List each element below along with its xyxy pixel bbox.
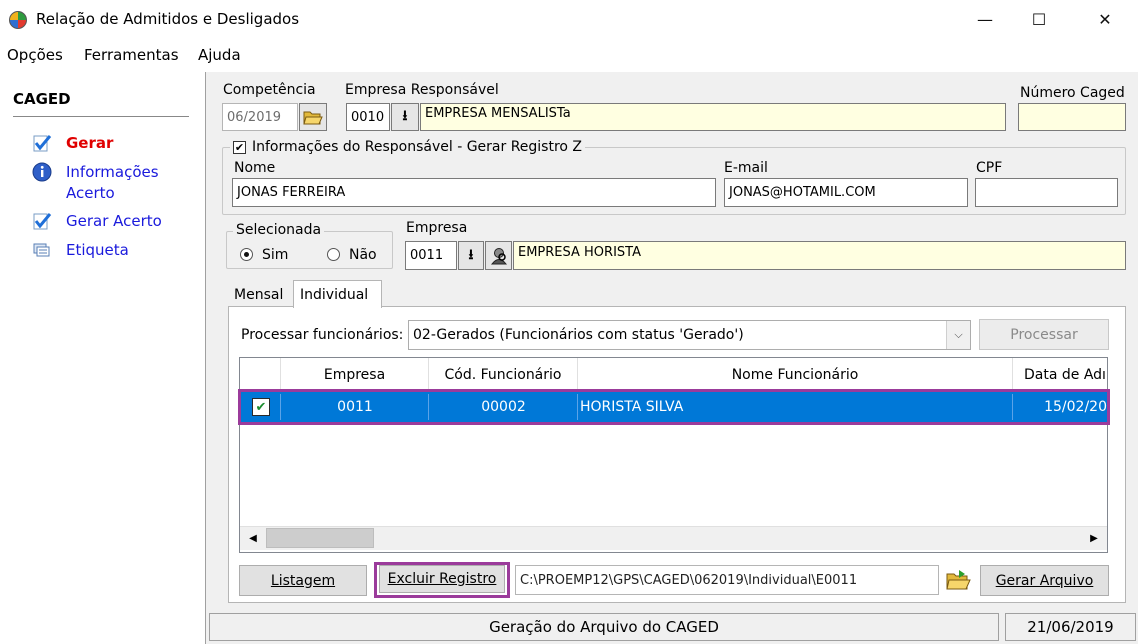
arquivo-path-field[interactable]: C:\PROEMP12\GPS\CAGED\062019\Individual\…: [515, 565, 939, 595]
sidebar-divider: [13, 116, 189, 117]
check-document-icon: [33, 135, 52, 152]
numero-caged-field[interactable]: [1018, 103, 1126, 131]
sidebar-item-gerar[interactable]: Gerar: [66, 134, 113, 152]
competencia-picker-button[interactable]: [299, 103, 327, 131]
email-label: E-mail: [724, 160, 768, 176]
responsavel-group-legend: ✔ Informações do Responsável - Gerar Reg…: [230, 139, 586, 155]
selecionada-group-title: Selecionada: [233, 222, 325, 238]
processar-button[interactable]: Processar: [979, 319, 1109, 350]
status-date: 21/06/2019: [1005, 613, 1136, 641]
radio-sim[interactable]: [240, 248, 253, 261]
radio-sim-label: Sim: [262, 247, 289, 263]
person-search-icon: [490, 247, 507, 264]
window-title: Relação de Admitidos e Desligados: [36, 10, 300, 28]
grid-header-codigo[interactable]: Cód. Funcionário: [429, 358, 578, 392]
processar-select[interactable]: 02-Gerados (Funcionários com status 'Ger…: [408, 320, 971, 350]
menu-ajuda[interactable]: Ajuda: [198, 46, 241, 64]
radio-nao[interactable]: [327, 248, 340, 261]
gerar-arquivo-label: Gerar Arquivo: [995, 572, 1094, 589]
cpf-label: CPF: [976, 160, 1003, 176]
row-highlight-box: [238, 389, 1110, 425]
email-field[interactable]: JONAS@HOTAMIL.COM: [724, 178, 968, 207]
info-icon: [32, 162, 52, 182]
sidebar-item-gerar-acerto[interactable]: Gerar Acerto: [66, 212, 162, 230]
empresa-name-field: EMPRESA HORISTA: [513, 241, 1126, 270]
tab-individual[interactable]: Individual: [293, 280, 382, 308]
gerar-arquivo-button[interactable]: Gerar Arquivo: [980, 565, 1109, 596]
folder-open-icon: [946, 570, 971, 590]
folder-open-icon: [303, 111, 323, 125]
sidebar: [0, 72, 205, 644]
maximize-button[interactable]: ☐: [1016, 0, 1062, 38]
radio-nao-label: Não: [349, 247, 377, 263]
responsavel-group-title: Informações do Responsável - Gerar Regis…: [252, 139, 583, 155]
competencia-field[interactable]: 06/2019: [222, 103, 298, 131]
grid-header-nome[interactable]: Nome Funcionário: [578, 358, 1013, 392]
close-button[interactable]: ✕: [1082, 0, 1128, 38]
check-document-icon: [33, 213, 52, 230]
responsavel-checkbox[interactable]: ✔: [233, 140, 246, 154]
radio-dot: [244, 252, 249, 257]
empresa-responsavel-lookup-button[interactable]: ⭳: [391, 103, 419, 131]
sidebar-title: CAGED: [13, 90, 71, 108]
label-icon: [33, 243, 50, 257]
path-browse-button[interactable]: [943, 565, 973, 595]
app-icon: [9, 11, 27, 29]
scroll-left-icon[interactable]: ◀: [242, 528, 264, 548]
empresa-lookup-button[interactable]: ⭳: [458, 241, 484, 270]
chevron-down-icon[interactable]: ⌵: [946, 321, 970, 349]
nome-field[interactable]: JONAS FERREIRA: [232, 178, 716, 207]
status-message: Geração do Arquivo do CAGED: [209, 613, 999, 641]
menu-ferramentas[interactable]: Ferramentas: [84, 46, 179, 64]
grid-header-check: [240, 358, 281, 392]
sidebar-item-acerto[interactable]: Acerto: [66, 184, 115, 202]
competencia-label: Competência: [223, 82, 316, 98]
download-arrow-icon: ⭳: [468, 246, 474, 263]
processar-label: Processar funcionários:: [241, 327, 404, 343]
checkmark-icon: ✔: [234, 140, 245, 154]
empresa-responsavel-name-field: EMPRESA MENSALISTa: [420, 103, 1006, 131]
nome-label: Nome: [234, 160, 276, 176]
empresa-label: Empresa: [406, 220, 468, 236]
empresa-responsavel-label: Empresa Responsável: [345, 82, 499, 98]
menu-opcoes[interactable]: Opções: [7, 46, 63, 64]
listagem-button[interactable]: Listagem: [239, 565, 367, 596]
sidebar-item-informacoes[interactable]: Informações: [66, 163, 159, 181]
grid-header-data[interactable]: Data de Adı: [1013, 358, 1107, 392]
empresa-search-button[interactable]: [485, 241, 512, 270]
empresa-code-field[interactable]: 0011: [405, 241, 457, 270]
excluir-highlight-box: [374, 562, 510, 598]
tab-mensal[interactable]: Mensal: [230, 284, 287, 306]
download-arrow-icon: ⭳: [402, 108, 408, 124]
scroll-right-icon[interactable]: ▶: [1083, 528, 1105, 548]
processar-select-value: 02-Gerados (Funcionários com status 'Ger…: [413, 327, 744, 343]
cpf-field[interactable]: [975, 178, 1118, 207]
listagem-button-label: Listagem: [270, 572, 336, 589]
grid-header-empresa[interactable]: Empresa: [281, 358, 429, 392]
minimize-button[interactable]: —: [962, 0, 1008, 38]
numero-caged-label: Número Caged: [1020, 85, 1125, 101]
sidebar-item-etiqueta[interactable]: Etiqueta: [66, 241, 129, 259]
scrollbar-thumb[interactable]: [266, 528, 374, 548]
empresa-responsavel-code-field[interactable]: 0010: [346, 103, 390, 131]
